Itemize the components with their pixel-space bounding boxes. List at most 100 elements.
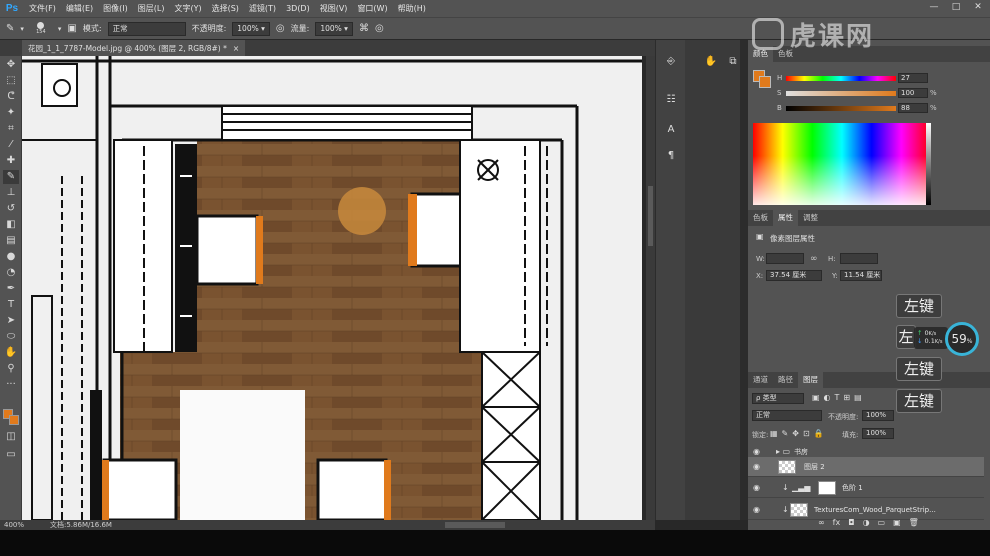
zoom-readout[interactable]: 400% <box>0 521 30 529</box>
menu-help[interactable]: 帮助(H) <box>393 3 431 14</box>
brightness-track[interactable] <box>786 105 896 111</box>
menu-image[interactable]: 图像(I) <box>98 3 133 14</box>
shape-tool-icon[interactable]: ⬭ <box>3 330 19 344</box>
layer-row[interactable]: ◉ ↓ ▁▃▅ 色阶 1 <box>748 478 984 498</box>
layer-row[interactable]: ◉ ↓ TexturesCom_Wood_ParquetStrip... <box>748 500 984 520</box>
blend-mode-select[interactable]: 正常 <box>752 410 822 421</box>
add-mask-icon[interactable]: ◘ <box>848 518 854 527</box>
tool-presets-icon[interactable]: ✋ <box>701 54 721 70</box>
eye-icon[interactable]: ◉ <box>753 483 760 492</box>
width-input[interactable] <box>766 253 804 264</box>
brush-tool-icon[interactable]: ✎ <box>3 170 19 184</box>
eraser-tool-icon[interactable]: ◧ <box>3 218 19 232</box>
filter-icons[interactable]: ▣◐T⊞▤ <box>812 393 866 402</box>
layer-filter-select[interactable]: ρ 类型 <box>752 393 804 404</box>
y-input[interactable]: 11.54 厘米 <box>840 270 882 281</box>
type-tool-icon[interactable]: T <box>3 298 19 312</box>
move-tool-icon[interactable]: ✥ <box>3 58 19 72</box>
close-button[interactable]: ✕ <box>972 2 984 12</box>
vertical-scroll-thumb[interactable] <box>648 186 653 246</box>
quick-select-tool-icon[interactable]: ✦ <box>3 106 19 120</box>
dodge-tool-icon[interactable]: ◔ <box>3 266 19 280</box>
black-white-strip[interactable] <box>926 123 931 205</box>
link-icon[interactable]: ∞ <box>810 254 818 264</box>
menu-file[interactable]: 文件(F) <box>24 3 61 14</box>
eye-icon[interactable]: ◉ <box>753 505 760 514</box>
document-tab[interactable]: 花园_1_1_7787-Model.jpg @ 400% (图层 2, RGB/… <box>22 40 246 56</box>
menu-3d[interactable]: 3D(D) <box>281 4 315 13</box>
saturation-input[interactable]: 100 <box>898 88 928 98</box>
menu-filter[interactable]: 滤镜(T) <box>244 3 281 14</box>
tab-properties[interactable]: 属性 <box>773 210 798 226</box>
horizontal-scroll-thumb[interactable] <box>445 522 505 528</box>
history-icon[interactable]: ⎆ <box>661 54 681 70</box>
lock-icons[interactable]: ▦✎✥⊡🔒 <box>770 429 828 438</box>
tab-swatches-2[interactable]: 色板 <box>748 210 773 226</box>
lasso-tool-icon[interactable]: ᕦ <box>3 90 19 104</box>
menu-layer[interactable]: 图层(L) <box>133 3 170 14</box>
brightness-input[interactable]: 88 <box>898 103 928 113</box>
menu-select[interactable]: 选择(S) <box>207 3 244 14</box>
stamp-tool-icon[interactable]: ⊥ <box>3 186 19 200</box>
brush-preset-picker[interactable]: 154 <box>30 20 52 38</box>
canvas-area[interactable] <box>22 56 646 520</box>
pressure-size-icon[interactable]: ◎ <box>375 23 384 34</box>
x-input[interactable]: 37.54 厘米 <box>766 270 822 281</box>
new-layer-icon[interactable]: ▣ <box>893 518 901 527</box>
brush-tool-icon[interactable]: ✎ <box>6 23 14 34</box>
hue-track[interactable] <box>786 75 896 81</box>
saturation-track[interactable] <box>786 90 896 96</box>
color-spectrum[interactable] <box>753 123 931 205</box>
zoom-tool-icon[interactable]: ⚲ <box>3 362 19 376</box>
document-canvas[interactable] <box>22 56 646 520</box>
blur-tool-icon[interactable]: ● <box>3 250 19 264</box>
more-tools-icon[interactable]: ··· <box>3 378 19 392</box>
fx-icon[interactable]: fx <box>833 518 841 527</box>
hand-tool-icon[interactable]: ✋ <box>3 346 19 360</box>
maximize-button[interactable]: □ <box>950 2 962 12</box>
path-select-tool-icon[interactable]: ➤ <box>3 314 19 328</box>
vertical-scrollbar[interactable] <box>646 56 655 520</box>
height-input[interactable] <box>840 253 878 264</box>
eye-icon[interactable]: ◉ <box>753 447 760 456</box>
trash-icon[interactable]: 🗑 <box>909 518 919 527</box>
pressure-opacity-icon[interactable]: ◎ <box>276 23 285 34</box>
menu-type[interactable]: 文字(Y) <box>169 3 206 14</box>
pen-tool-icon[interactable]: ✒ <box>3 282 19 296</box>
properties-icon[interactable]: ☷ <box>661 92 681 108</box>
mode-select[interactable]: 正常 <box>107 21 186 36</box>
minimize-button[interactable]: — <box>928 2 940 12</box>
marquee-tool-icon[interactable]: ⬚ <box>3 74 19 88</box>
tab-layers[interactable]: 图层 <box>798 372 823 388</box>
screen-mode-icon[interactable]: ▭ <box>3 448 19 462</box>
tab-paths[interactable]: 路径 <box>773 372 798 388</box>
flow-input[interactable]: 100% ▾ <box>315 21 353 36</box>
menu-window[interactable]: 窗口(W) <box>352 3 392 14</box>
tab-adjustments[interactable]: 调整 <box>798 210 823 226</box>
color-panel-bg-swatch[interactable] <box>759 76 771 88</box>
chevron-down-icon[interactable]: ▾ <box>58 25 62 33</box>
layer-opacity-input[interactable]: 100% <box>862 410 894 421</box>
quick-mask-icon[interactable]: ◫ <box>3 430 19 444</box>
new-group-icon[interactable]: ▭ <box>878 518 886 527</box>
airbrush-icon[interactable]: ⌘ <box>359 23 369 34</box>
tab-channels[interactable]: 通道 <box>748 372 773 388</box>
menu-view[interactable]: 视图(V) <box>315 3 353 14</box>
menu-edit[interactable]: 编辑(E) <box>61 3 98 14</box>
eyedropper-tool-icon[interactable]: ⁄ <box>3 138 19 152</box>
crop-tool-icon[interactable]: ⌗ <box>3 122 19 136</box>
healing-tool-icon[interactable]: ✚ <box>3 154 19 168</box>
hue-input[interactable]: 27 <box>898 73 928 83</box>
link-layers-icon[interactable]: ∞ <box>818 518 825 527</box>
paragraph-icon[interactable]: ¶ <box>661 148 681 164</box>
adjustment-layer-icon[interactable]: ◑ <box>863 518 870 527</box>
eye-icon[interactable]: ◉ <box>753 462 760 471</box>
chevron-down-icon[interactable]: ▾ <box>20 25 24 33</box>
brush-panel-icon[interactable]: ▣ <box>67 23 76 34</box>
close-tab-icon[interactable]: × <box>233 44 239 53</box>
character-icon[interactable]: A <box>661 122 681 138</box>
layer-row[interactable]: ◉ 图层 2 <box>748 457 984 477</box>
history-brush-icon[interactable]: ↺ <box>3 202 19 216</box>
fill-input[interactable]: 100% <box>862 428 894 439</box>
gradient-tool-icon[interactable]: ▤ <box>3 234 19 248</box>
